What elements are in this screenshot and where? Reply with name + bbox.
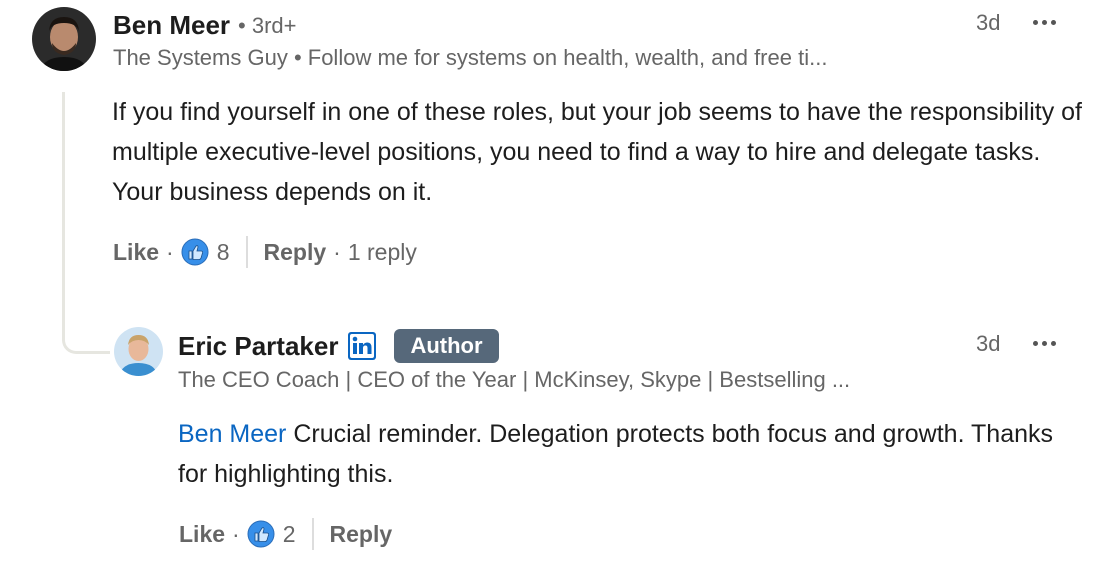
comment-more-options-icon[interactable] — [1033, 17, 1056, 27]
reply-author-headline: The CEO Coach | CEO of the Year | McKins… — [178, 367, 851, 392]
like-button[interactable]: Like — [179, 521, 225, 548]
reply-text: Crucial reminder. Delegation protects bo… — [178, 420, 1054, 488]
comment-header: Ben Meer • 3rd+ — [113, 10, 297, 41]
reaction-count[interactable]: 8 — [217, 239, 230, 266]
commenter-headline: The Systems Guy • Follow me for systems … — [113, 45, 828, 70]
reply-timestamp: 3d — [976, 331, 1001, 356]
connection-degree: • 3rd+ — [238, 12, 297, 38]
comment-text: If you find yourself in one of these rol… — [112, 98, 1082, 206]
reply-actions: Like · 2 Reply — [179, 518, 392, 550]
reply-header: Eric Partaker Author — [178, 329, 499, 363]
reply-author-name[interactable]: Eric Partaker — [178, 331, 338, 362]
thread-connector-line — [62, 92, 110, 354]
avatar-ben-meer[interactable] — [32, 7, 96, 71]
divider — [245, 236, 248, 268]
reply-button[interactable]: Reply — [264, 239, 327, 266]
reply-count[interactable]: 1 reply — [348, 239, 417, 266]
divider — [311, 518, 314, 550]
mention-link[interactable]: Ben Meer — [178, 420, 286, 448]
commenter-name[interactable]: Ben Meer — [113, 10, 230, 41]
avatar-eric-partaker[interactable] — [114, 327, 163, 376]
like-reaction-icon[interactable] — [247, 520, 275, 548]
like-reaction-icon[interactable] — [181, 238, 209, 266]
like-button[interactable]: Like — [113, 239, 159, 266]
reply-button[interactable]: Reply — [330, 521, 393, 548]
linkedin-logo-icon — [348, 332, 377, 360]
comment-timestamp: 3d — [976, 10, 1001, 35]
reply-text-block: Ben Meer Crucial reminder. Delegation pr… — [178, 414, 1058, 494]
reaction-count[interactable]: 2 — [283, 521, 296, 548]
author-badge: Author — [394, 329, 499, 363]
reply-more-options-icon[interactable] — [1033, 338, 1056, 348]
comment-actions: Like · 8 Reply · 1 reply — [113, 236, 417, 268]
